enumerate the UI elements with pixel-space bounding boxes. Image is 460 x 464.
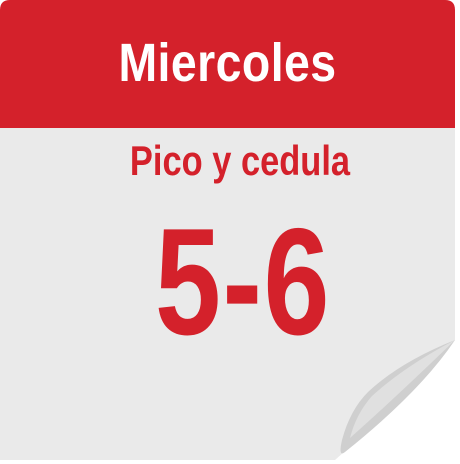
subtitle-label: Pico y cedula <box>129 137 351 184</box>
calendar-card: Miercoles Pico y cedula 5-6 <box>0 0 460 464</box>
day-label: Miercoles <box>118 33 337 93</box>
pico-digits: 5-6 <box>154 197 332 367</box>
